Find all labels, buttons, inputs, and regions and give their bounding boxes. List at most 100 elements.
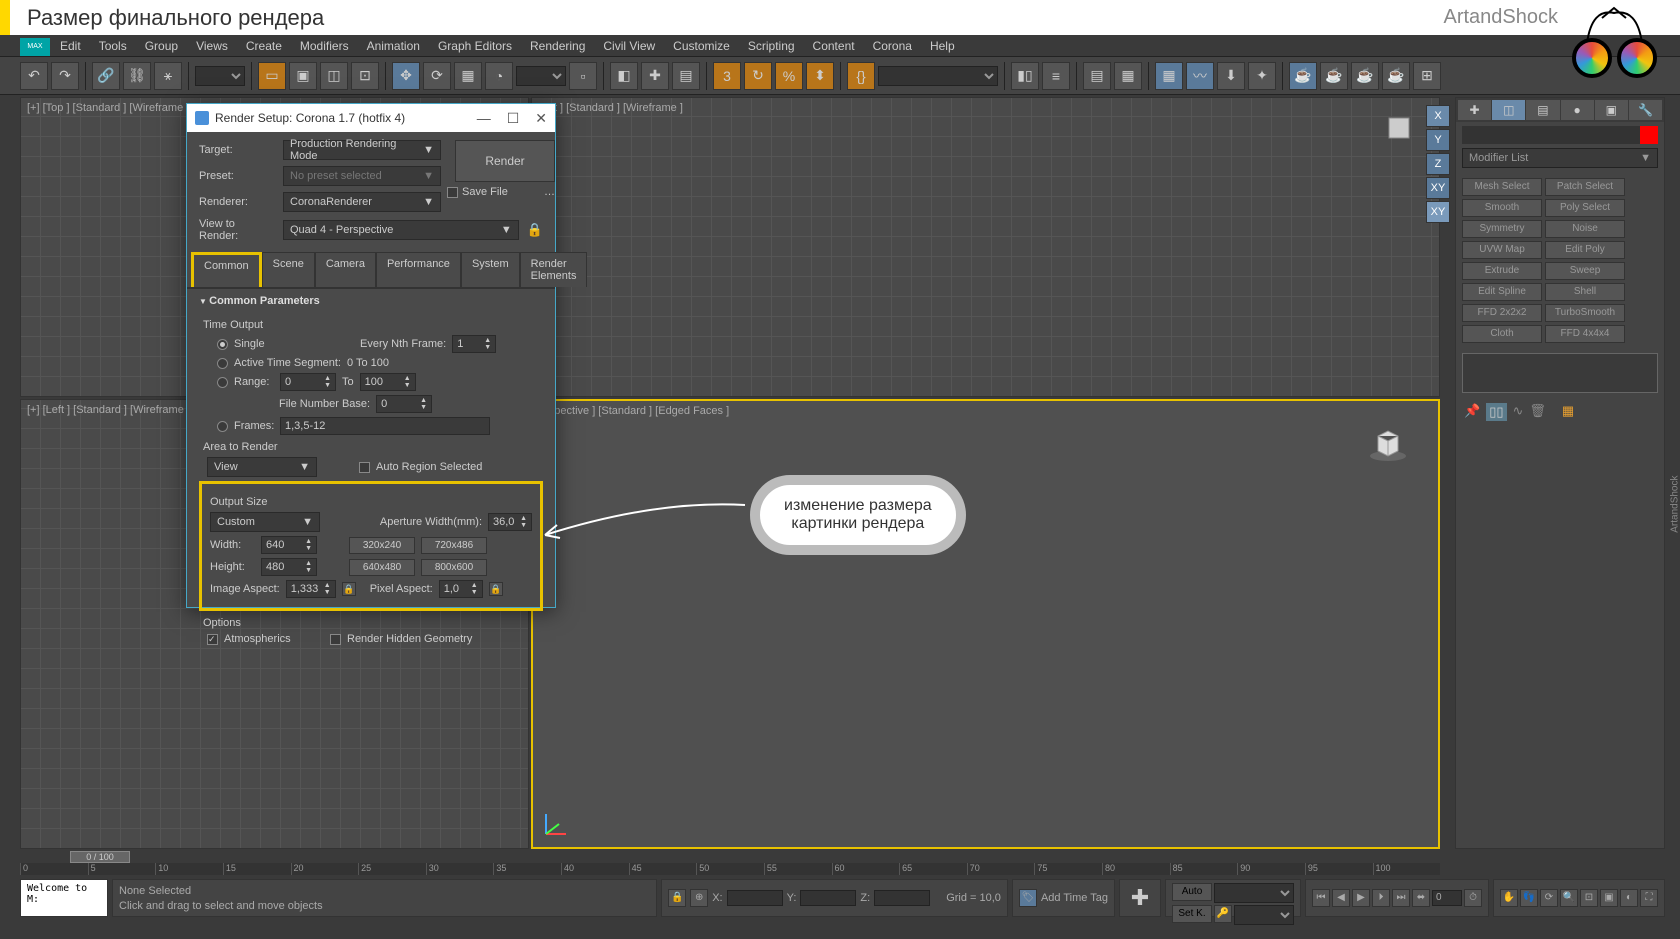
zoom-icon[interactable]: 🔍 [1560,889,1578,907]
timetag-icon[interactable]: 🏷 [1019,889,1037,907]
mod-ffd222[interactable]: FFD 2x2x2 [1462,304,1542,322]
viewcube-icon[interactable] [1363,416,1413,466]
mod-turbosmooth[interactable]: TurboSmooth [1545,304,1625,322]
unlink-icon[interactable]: ⛓ [123,62,151,90]
motion-tab-icon[interactable]: ● [1561,100,1594,120]
window-crossing-icon[interactable]: ⊡ [351,62,379,90]
time-ruler[interactable]: 0510 152025 303540 455055 606570 758085 … [20,863,1440,875]
mod-sweep[interactable]: Sweep [1545,262,1625,280]
imageaspect-spinner[interactable]: 1,333▲▼ [286,580,336,598]
color-swatch[interactable] [1640,126,1658,144]
pixelaspect-spinner[interactable]: 1,0▲▼ [439,580,483,598]
outputsize-dropdown[interactable]: Custom▼ [210,512,320,532]
manipulate-icon[interactable]: ◧ [610,62,638,90]
layers-icon[interactable]: ▤ [1083,62,1111,90]
anglesnap-icon[interactable]: ↻ [744,62,772,90]
menu-views[interactable]: Views [196,39,228,53]
hierarchy-tab-icon[interactable]: ▤ [1526,100,1559,120]
frames-input[interactable] [280,417,490,435]
showend-icon[interactable]: ▯▯ [1486,403,1506,421]
common-params-header[interactable]: Common Parameters [199,289,543,313]
viewport-label[interactable]: [+] [Left ] [Standard ] [Wireframe ] [27,404,190,416]
x-axis-button[interactable]: X [1426,105,1450,127]
tab-common[interactable]: Common [191,252,262,287]
viewport-label[interactable]: [+] [Top ] [Standard ] [Wireframe ] [27,102,189,114]
render-icon[interactable]: ☕ [1351,62,1379,90]
lock-icon[interactable]: 🔒 [668,889,686,907]
preset-640x480-button[interactable]: 640x480 [349,559,415,576]
preset-800x600-button[interactable]: 800x600 [421,559,487,576]
plus-box[interactable]: ✚ [1119,879,1161,917]
height-spinner[interactable]: 480▲▼ [261,558,317,576]
menu-help[interactable]: Help [930,39,955,53]
mod-extrude[interactable]: Extrude [1462,262,1542,280]
layers2-icon[interactable]: ▦ [1114,62,1142,90]
viewport-label[interactable]: erspective ] [Standard ] [Edged Faces ] [539,405,729,417]
x-input[interactable] [727,890,783,906]
atmospherics-checkbox[interactable] [207,634,218,645]
range-from-spinner[interactable]: 0▲▼ [280,373,336,391]
mod-patchselect[interactable]: Patch Select [1545,178,1625,196]
everynth-spinner[interactable]: 1▲▼ [452,335,496,353]
filters-select[interactable]: Filters... [1234,905,1294,925]
viewport-label[interactable]: ront ] [Standard ] [Wireframe ] [538,102,683,114]
width-spinner[interactable]: 640▲▼ [261,536,317,554]
undo-icon[interactable]: ↶ [20,62,48,90]
matlib-icon[interactable]: ✦ [1248,62,1276,90]
pan-icon[interactable]: ✋ [1500,889,1518,907]
menu-edit[interactable]: Edit [60,39,81,53]
frames-radio[interactable] [217,421,228,432]
viewcube-icon[interactable] [1379,108,1419,148]
y-input[interactable] [800,890,856,906]
configure-icon[interactable]: ▦ [1562,403,1574,421]
play-icon[interactable]: ▶ [1352,889,1370,907]
tab-renderelements[interactable]: Render Elements [520,252,588,287]
menu-content[interactable]: Content [813,39,855,53]
percentsnap-icon[interactable]: % [775,62,803,90]
namedselset-icon[interactable]: {} [847,62,875,90]
select-region-icon[interactable]: ◫ [320,62,348,90]
spinnersnap-icon[interactable]: ⬍ [806,62,834,90]
bind-icon[interactable]: ⚹ [154,62,182,90]
menu-tools[interactable]: Tools [99,39,127,53]
menu-grapheditors[interactable]: Graph Editors [438,39,512,53]
preset-320x240-button[interactable]: 320x240 [349,537,415,554]
modifier-list-dropdown[interactable]: Modifier List▼ [1462,148,1658,168]
rendersetup-icon[interactable]: ☕ [1289,62,1317,90]
renderhidden-checkbox[interactable] [330,634,341,645]
snap-icon[interactable]: 3 [713,62,741,90]
tab-camera[interactable]: Camera [315,252,376,287]
addtimetag-label[interactable]: Add Time Tag [1041,892,1108,904]
redo-icon[interactable]: ↷ [51,62,79,90]
autoregion-checkbox[interactable] [359,462,370,473]
gotoend-icon[interactable]: ⏭ [1392,889,1410,907]
prevframe-icon[interactable]: ◀ [1332,889,1350,907]
single-radio[interactable] [217,339,228,350]
gotostart-icon[interactable]: ⏮ [1312,889,1330,907]
keyboard-icon[interactable]: ✚ [641,62,669,90]
curveeditor-icon[interactable]: ▦ [1155,62,1183,90]
rotate-icon[interactable]: ⟳ [423,62,451,90]
maximize-icon[interactable]: ☐ [507,110,520,127]
setkey-button[interactable]: Set K. [1172,905,1212,923]
menu-civilview[interactable]: Civil View [603,39,655,53]
layer-icon[interactable]: ▤ [672,62,700,90]
pin-icon[interactable]: 📌 [1464,403,1480,421]
key-icon[interactable]: 🔑 [1214,905,1232,923]
tab-performance[interactable]: Performance [376,252,461,287]
tab-scene[interactable]: Scene [262,252,315,287]
abs-icon[interactable]: ⊕ [690,889,708,907]
render-button[interactable]: Render [455,140,555,182]
select-icon[interactable]: ▭ [258,62,286,90]
mod-editspline[interactable]: Edit Spline [1462,283,1542,301]
mod-cloth[interactable]: Cloth [1462,325,1542,343]
schematic-icon[interactable]: ⬇ [1217,62,1245,90]
filter-select[interactable]: All [195,66,245,86]
savefile-more-icon[interactable]: … [544,186,555,198]
timeline[interactable]: 0 / 100 0510 152025 303540 455055 606570… [20,851,1440,875]
modifier-stack[interactable] [1462,353,1658,393]
walk-icon[interactable]: 👣 [1520,889,1538,907]
range-radio[interactable] [217,377,228,388]
mod-smooth[interactable]: Smooth [1462,199,1542,217]
menu-corona[interactable]: Corona [873,39,912,53]
